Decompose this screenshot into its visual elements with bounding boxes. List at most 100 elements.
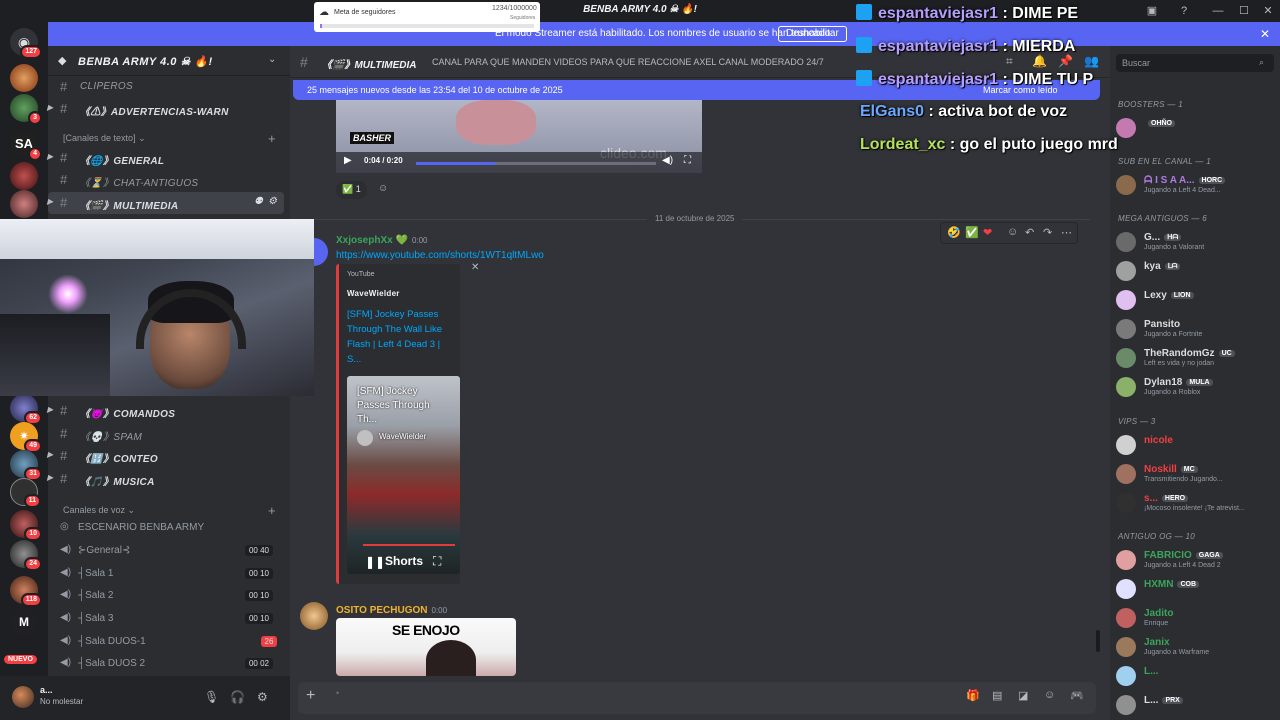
category-voice-channels[interactable]: Canales de voz ⌄ +	[63, 503, 276, 518]
help-icon[interactable]: ?	[1176, 3, 1192, 19]
server-icon[interactable]: 11	[10, 478, 41, 508]
apps-icon[interactable]: 🎮	[1070, 689, 1084, 702]
member-item[interactable]: HXMN COB	[1110, 575, 1280, 603]
add-channel-icon[interactable]: +	[268, 503, 276, 518]
video-attachment[interactable]: BASHER clideo.com ▶ 0:04 / 0:20 ◀) ⛶	[336, 100, 702, 173]
channel-topic[interactable]: CANAL PARA QUE MANDEN VIDEOS PARA QUE RE…	[432, 57, 824, 67]
member-item[interactable]: Dylan18 MULA Jugando a Roblox	[1110, 373, 1280, 401]
inbox-icon[interactable]: ▣	[1144, 3, 1160, 19]
image-attachment[interactable]: SE ENOJO	[336, 618, 516, 676]
message-list[interactable]: BASHER clideo.com ▶ 0:04 / 0:20 ◀) ⛶ ✅ 1…	[290, 78, 1110, 676]
add-reaction-icon[interactable]: ☺	[378, 183, 388, 194]
channel-item[interactable]: # CLIPEROS	[48, 76, 290, 98]
reaction-button[interactable]: ✅ 1	[336, 181, 367, 199]
voice-channel[interactable]: ◀) ┤Sala 3 00 10	[48, 608, 290, 630]
server-icon[interactable]: M	[10, 608, 38, 636]
channel-item[interactable]: ▶ # 《⚠》ADVERTENCIAS-WARN	[47, 98, 290, 120]
reaction-check-icon[interactable]: ✅	[965, 226, 979, 239]
pin-icon[interactable]: 📌	[1058, 54, 1073, 68]
server-icon[interactable]: 3	[10, 94, 42, 125]
fullscreen-icon[interactable]: ⛶	[433, 554, 441, 569]
embed-title[interactable]: [SFM] Jockey Passes Through The Wall Lik…	[347, 307, 457, 367]
server-icon[interactable]: 118	[10, 576, 42, 607]
member-item[interactable]: nicole	[1110, 431, 1280, 459]
member-item[interactable]: Janix Jugando a Warframe	[1110, 633, 1280, 661]
forward-icon[interactable]: ↷	[1043, 226, 1052, 239]
avatar[interactable]	[300, 602, 328, 630]
member-item[interactable]: G... ᕼᗩ Jugando a Valorant	[1110, 228, 1280, 256]
discord-home-icon[interactable]: ◉ 127	[10, 28, 42, 59]
close-icon[interactable]: ✕	[471, 262, 479, 273]
voice-channel[interactable]: ◎ ESCENARIO BENBA ARMY	[48, 517, 290, 539]
member-item[interactable]: L...	[1110, 662, 1280, 690]
volume-icon[interactable]: ◀)	[662, 155, 673, 166]
server-icon[interactable]: 24	[10, 540, 42, 571]
add-channel-icon[interactable]: +	[268, 131, 276, 146]
member-item[interactable]: Pansito Jugando a Fortnite	[1110, 315, 1280, 343]
member-item[interactable]: FABRICIO GAGA Jugando a Left 4 Dead 2	[1110, 546, 1280, 574]
member-item[interactable]: Jadito Enrique	[1110, 604, 1280, 632]
members-icon[interactable]: 👥	[1084, 54, 1099, 68]
message-author[interactable]: OSITO PECHUGON 0:00	[336, 605, 447, 616]
mute-icon[interactable]: 🔔	[1032, 54, 1047, 68]
channel-item[interactable]: ▶ # 《🎵》MUSICA	[47, 468, 290, 490]
voice-channel[interactable]: ◀) ⊱General⊰ 00 40	[48, 540, 290, 562]
avatar[interactable]	[12, 686, 34, 708]
category-text-channels[interactable]: [Canales de texto] ⌄ +	[63, 131, 276, 146]
member-item[interactable]: TheRandomGz UC Left es vida y no jodan	[1110, 344, 1280, 372]
threads-icon[interactable]: ⌗	[1006, 54, 1013, 69]
gift-icon[interactable]: 🎁	[966, 689, 980, 702]
fullscreen-icon[interactable]: ⛶	[684, 155, 691, 166]
gear-icon[interactable]: ⚙	[268, 196, 277, 207]
member-item[interactable]: kya ᒪᗩ	[1110, 257, 1280, 285]
more-icon[interactable]: ⋯	[1061, 226, 1072, 239]
embed-channel[interactable]: WaveWielder	[347, 289, 457, 301]
username[interactable]: a...	[40, 685, 53, 695]
member-item[interactable]: Noskill MC Transmitiendo Jugando...	[1110, 460, 1280, 488]
channel-item[interactable]: ▶ # 《😈》COMANDOS	[47, 400, 290, 422]
gear-icon[interactable]: ⚙	[257, 690, 268, 704]
add-attachment-icon[interactable]: +	[306, 687, 315, 705]
server-icon[interactable]: SA 4	[10, 130, 42, 161]
server-icon[interactable]: 31	[10, 450, 42, 481]
minimize-icon[interactable]: —	[1210, 3, 1226, 19]
reaction-heart-icon[interactable]: ❤	[983, 226, 992, 239]
server-icon[interactable]: 62	[10, 394, 42, 425]
microphone-icon[interactable]: 🎙	[204, 690, 219, 704]
server-icon[interactable]: 10	[10, 510, 42, 541]
member-item[interactable]: OHÑO	[1110, 114, 1280, 142]
emoji-icon[interactable]: ☺	[1044, 689, 1055, 701]
server-icon[interactable]	[10, 190, 38, 218]
server-icon[interactable]	[10, 162, 38, 190]
voice-channel[interactable]: ◀) ┤Sala 2 00 10	[48, 585, 290, 607]
close-icon[interactable]: ✕	[1260, 27, 1270, 41]
pause-icon[interactable]: ❚❚	[365, 555, 385, 569]
member-item[interactable]: L... PRX	[1110, 691, 1280, 719]
member-item[interactable]: Lexy LION	[1110, 286, 1280, 314]
reply-icon[interactable]: ↶	[1025, 226, 1034, 239]
channel-item[interactable]: ▶ # 《🌐》GENERAL	[47, 147, 290, 169]
server-icon[interactable]: ✷ 49	[10, 422, 42, 453]
channel-item[interactable]: ▶ # 《🔢》CONTEO	[47, 445, 290, 467]
headphones-icon[interactable]: 🎧	[230, 690, 245, 704]
invite-icon[interactable]: ⚉	[254, 196, 263, 207]
reaction-laugh-icon[interactable]: 🤣	[947, 226, 961, 239]
sticker-icon[interactable]: ◪	[1018, 689, 1028, 702]
member-item[interactable]: s... HERO ¡Mocoso insolente! ¡Te atrevist.…	[1110, 489, 1280, 517]
video-thumbnail[interactable]: [SFM] Jockey Passes Through Th... WaveWi…	[347, 376, 460, 574]
member-item[interactable]: ᗩ I S A A... HORC Jugando a Left 4 Dead...	[1110, 171, 1280, 199]
play-icon[interactable]: ▶	[344, 155, 352, 166]
message-link[interactable]: https://www.youtube.com/shorts/1WT1qltML…	[336, 250, 544, 261]
gif-icon[interactable]: ▤	[992, 689, 1002, 702]
server-icon[interactable]	[10, 64, 38, 92]
voice-channel[interactable]: ◀) ┤Sala DUOS 2 00 02	[48, 653, 290, 675]
close-window-icon[interactable]: ✕	[1260, 3, 1276, 19]
maximize-icon[interactable]: ☐	[1236, 3, 1252, 19]
voice-channel[interactable]: ◀) ┤Sala 1 00 10	[48, 563, 290, 585]
voice-channel[interactable]: ◀) ┤Sala DUOS-1 26	[48, 631, 290, 653]
search-input[interactable]: Buscar ⌕	[1116, 54, 1274, 72]
server-header[interactable]: ◆ BENBA ARMY 4.0 ☠ 🔥! ⌄	[48, 46, 290, 76]
channel-item-active[interactable]: ▶ # 《🎬》MULTIMEDIA ⚉ ⚙	[47, 192, 290, 214]
channel-item[interactable]: # 《⏳》CHAT-ANTIGUOS	[48, 169, 290, 191]
disable-streamer-mode-button[interactable]: Deshabilitar	[778, 26, 847, 42]
